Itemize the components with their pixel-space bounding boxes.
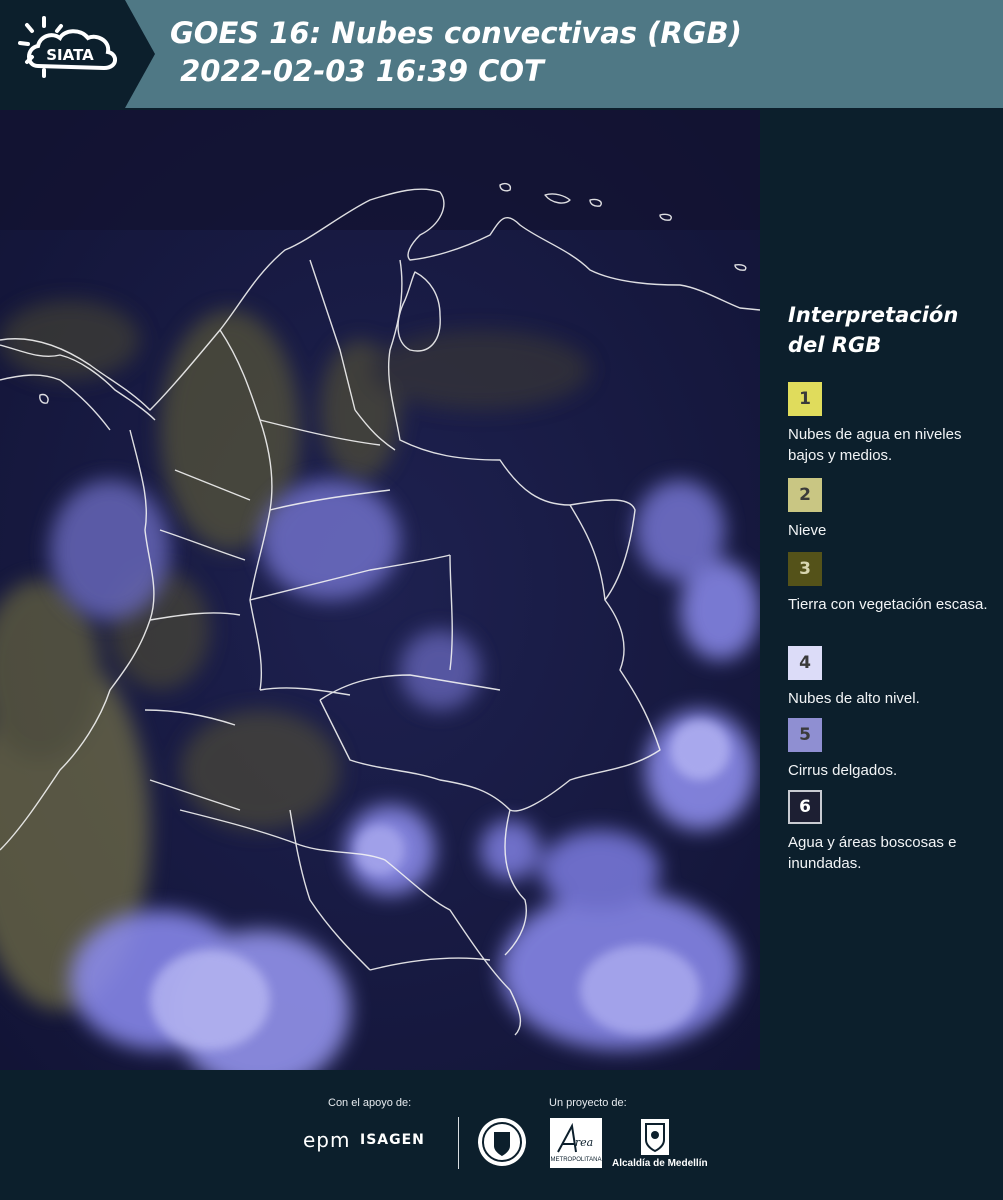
page-title: GOES 16: Nubes convectivas (RGB) 2022-02… (170, 14, 742, 90)
legend-item-5: 5 Cirrus delgados. (788, 718, 988, 781)
legend-item-2: 2 Nieve (788, 478, 988, 541)
area-metropolitana-logo: rea METROPOLITANA (550, 1118, 602, 1168)
legend-label-1: Nubes de agua en niveles bajos y medios. (788, 426, 962, 464)
project-label: Un proyecto de: (549, 1097, 627, 1109)
alcaldia-medellin-logo: Alcaldía de Medellín (612, 1158, 708, 1169)
legend-swatch-3: 3 (788, 552, 822, 586)
legend-swatch-1: 1 (788, 382, 822, 416)
legend: Interpretación del RGB 1 Nubes de agua e… (770, 300, 995, 872)
legend-label-4: Nubes de alto nivel. (788, 690, 920, 707)
legend-swatch-4: 4 (788, 646, 822, 680)
epm-logo: epm (303, 1128, 351, 1152)
title-line-1: GOES 16: Nubes convectivas (RGB) (170, 16, 742, 50)
legend-swatch-2: 2 (788, 478, 822, 512)
legend-item-4: 4 Nubes de alto nivel. (788, 646, 988, 709)
support-label: Con el apoyo de: (328, 1097, 412, 1109)
legend-item-3: 3 Tierra con vegetación escasa. (788, 552, 988, 615)
medellin-seal-icon (478, 1118, 526, 1166)
svg-text:METROPOLITANA: METROPOLITANA (551, 1157, 602, 1163)
satellite-image (0, 110, 760, 1070)
title-line-2: 2022-02-03 16:39 COT (170, 54, 544, 88)
legend-label-3: Tierra con vegetación escasa. (788, 596, 988, 613)
footer-divider (458, 1117, 459, 1169)
legend-item-1: 1 Nubes de agua en niveles bajos y medio… (788, 382, 988, 466)
siata-logo-text: SIATA (46, 46, 94, 64)
legend-label-5: Cirrus delgados. (788, 762, 898, 779)
svg-text:rea: rea (575, 1136, 593, 1149)
legend-item-6: 6 Agua y áreas boscosas e inundadas. (788, 790, 988, 874)
isagen-logo: ISAGEN (360, 1132, 425, 1148)
alcaldia-shield-icon (641, 1119, 669, 1155)
footer: Con el apoyo de: Un proyecto de: epm ISA… (0, 1070, 1003, 1200)
legend-swatch-5: 5 (788, 718, 822, 752)
header-bar: SIATA GOES 16: Nubes convectivas (RGB) 2… (0, 0, 1003, 108)
legend-title: Interpretación del RGB (788, 303, 959, 357)
siata-logo: SIATA (0, 0, 155, 108)
legend-label-2: Nieve (788, 522, 827, 539)
legend-swatch-6: 6 (788, 790, 822, 824)
legend-label-6: Agua y áreas boscosas e inundadas. (788, 834, 957, 872)
